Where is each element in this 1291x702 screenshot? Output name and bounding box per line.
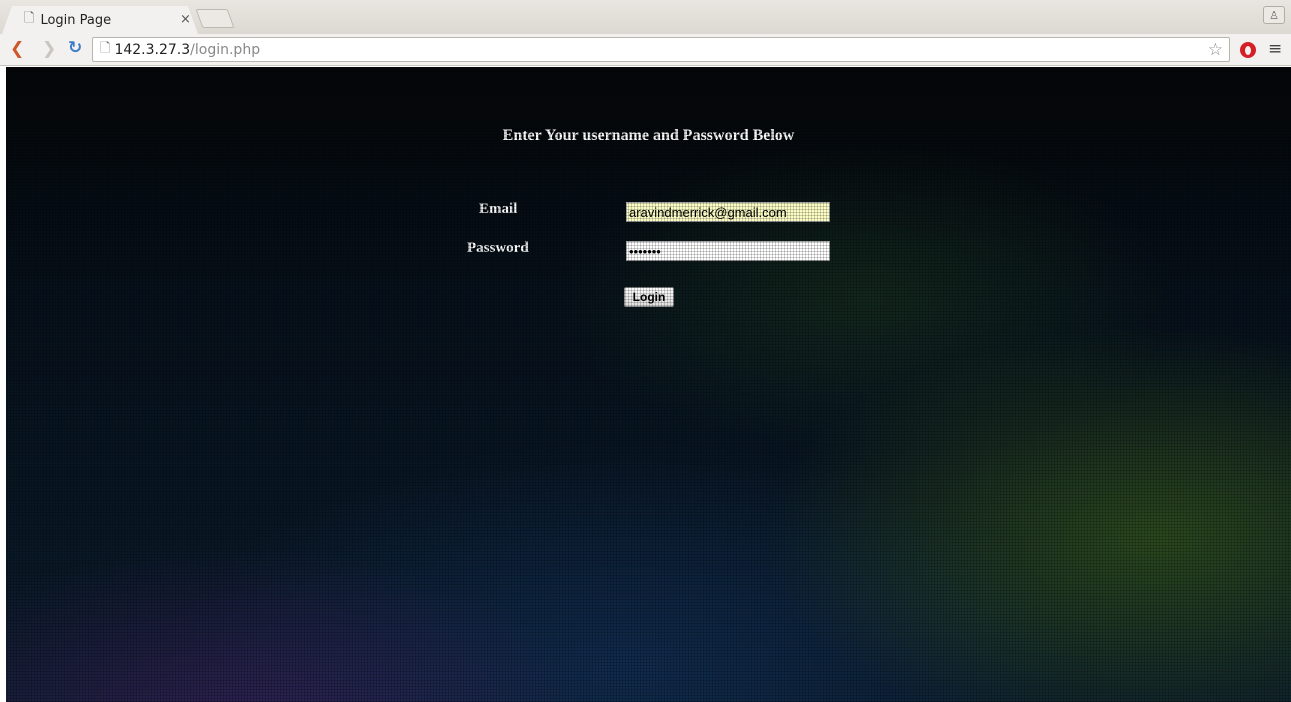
forward-icon[interactable]: ❯ — [42, 39, 56, 59]
back-icon[interactable]: ❮ — [10, 39, 24, 59]
address-bar[interactable]: 🗋 142.3.27.3/login.php ☆ — [92, 37, 1230, 62]
opera-icon[interactable] — [1240, 42, 1256, 58]
tab-login-page[interactable]: 🗋 Login Page × — [2, 6, 198, 34]
password-field[interactable] — [626, 241, 830, 261]
tab-title: Login Page — [40, 12, 112, 28]
new-tab-button[interactable] — [195, 9, 235, 28]
reload-icon[interactable]: ↻ — [68, 38, 82, 58]
browser-toolbar: ❮ ❯ ↻ 🗋 142.3.27.3/login.php ☆ ≡ — [0, 34, 1291, 66]
close-icon[interactable]: × — [180, 12, 191, 27]
password-label: Password — [467, 240, 529, 256]
page-heading: Enter Your username and Password Below — [502, 127, 795, 144]
page-icon: 🗋 — [24, 11, 35, 26]
page-icon: 🗋 — [100, 40, 111, 56]
url-host: 142.3.27.3 — [114, 41, 191, 58]
menu-icon[interactable]: ≡ — [1268, 39, 1282, 59]
email-label: Email — [479, 201, 518, 217]
star-icon[interactable]: ☆ — [1208, 40, 1223, 60]
url-path: /login.php — [190, 41, 261, 58]
tab-strip: 🗋 Login Page × ♙ — [0, 0, 1291, 34]
email-field[interactable] — [626, 202, 830, 222]
profile-icon[interactable]: ♙ — [1263, 6, 1285, 24]
login-button[interactable]: Login — [624, 287, 674, 307]
page-viewport: Enter Your username and Password Below E… — [6, 67, 1291, 702]
